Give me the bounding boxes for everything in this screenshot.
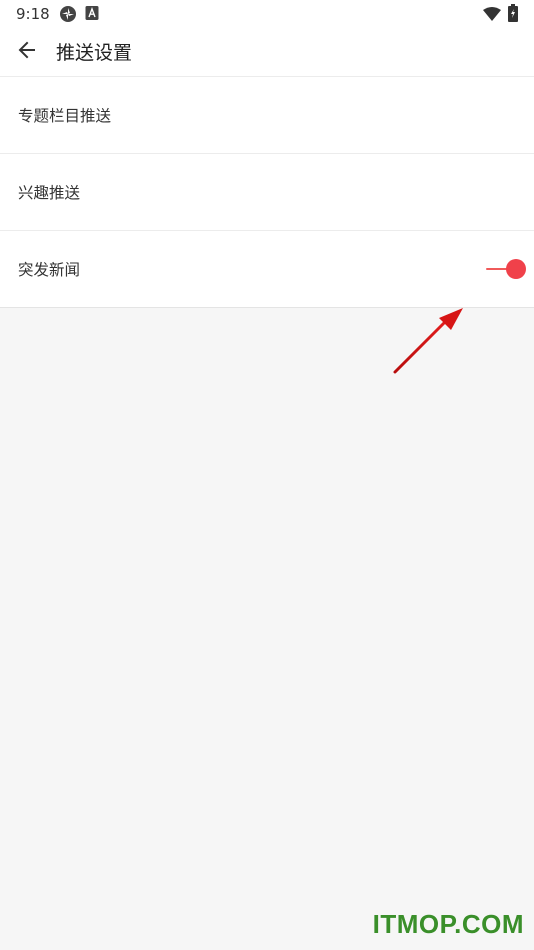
battery-charging-icon: [508, 4, 518, 26]
settings-flower-icon: [59, 5, 77, 27]
page-title: 推送设置: [56, 42, 133, 64]
settings-item-label: 专题栏目推送: [18, 107, 112, 125]
settings-item-label: 突发新闻: [18, 261, 81, 279]
breaking-news-toggle[interactable]: [486, 258, 526, 280]
toggle-thumb: [506, 259, 526, 279]
settings-item-breaking-news[interactable]: 突发新闻: [0, 231, 534, 308]
text-a-icon: [85, 5, 99, 25]
settings-item-topic-push[interactable]: 专题栏目推送: [0, 77, 534, 154]
toolbar: 推送设置: [0, 28, 534, 77]
arrow-left-icon: [17, 40, 37, 64]
settings-item-interest-push[interactable]: 兴趣推送: [0, 154, 534, 231]
back-button[interactable]: [10, 36, 44, 68]
status-bar: 9:18: [0, 0, 534, 28]
settings-list: 专题栏目推送 兴趣推送 突发新闻: [0, 77, 534, 308]
wifi-icon: [483, 6, 501, 25]
status-time: 9:18: [16, 5, 50, 23]
watermark: ITMOP.COM: [372, 909, 524, 939]
annotation-arrow-icon: [393, 308, 463, 374]
settings-item-label: 兴趣推送: [18, 184, 81, 202]
